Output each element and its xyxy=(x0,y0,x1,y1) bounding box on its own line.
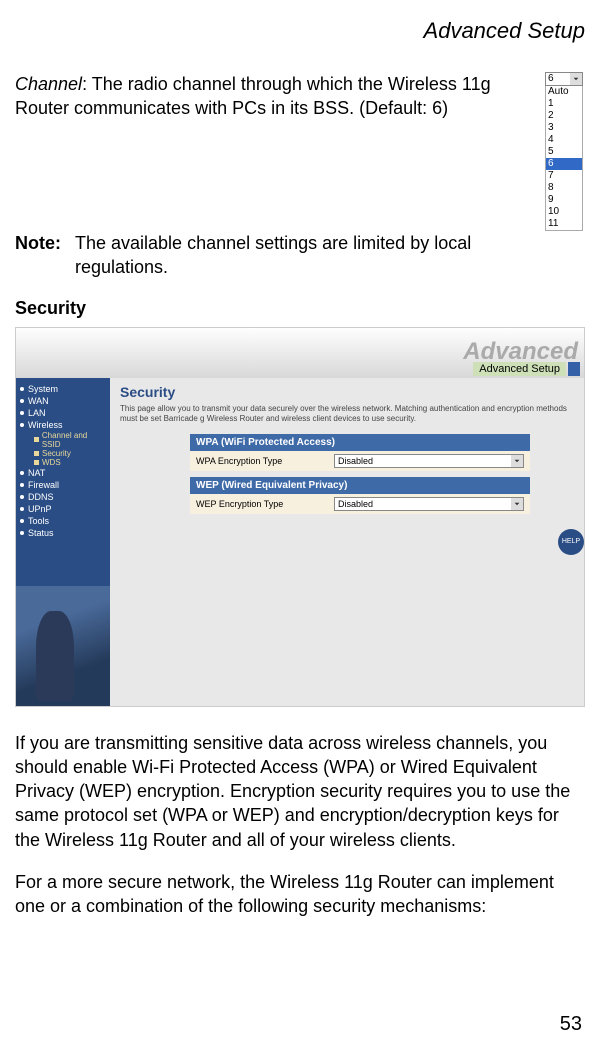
sidebar-item-wan[interactable]: WAN xyxy=(20,395,106,407)
sidebar-item-firewall[interactable]: Firewall xyxy=(20,479,106,491)
page-header-title: Advanced Setup xyxy=(15,18,585,44)
channel-term: Channel xyxy=(15,74,82,94)
ss-wpa-select[interactable]: Disabled xyxy=(334,454,524,468)
ss-wep-select[interactable]: Disabled xyxy=(334,497,524,511)
bullet-icon xyxy=(20,471,24,475)
note-block: Note: The available channel settings are… xyxy=(15,231,585,280)
sidebar-item-nat[interactable]: NAT xyxy=(20,467,106,479)
sidebar-item-status[interactable]: Status xyxy=(20,527,106,539)
bullet-icon xyxy=(20,387,24,391)
ss-wpa-select-value: Disabled xyxy=(338,456,373,466)
sidebar-item-label: DDNS xyxy=(28,492,54,502)
chevron-down-icon[interactable] xyxy=(511,455,523,467)
help-button[interactable]: HELP xyxy=(558,529,584,555)
sidebar-item-label: Wireless xyxy=(28,420,63,430)
ss-wpa-field: WPA Encryption Type Disabled xyxy=(190,451,530,471)
sidebar-item-label: UPnP xyxy=(28,504,52,514)
channel-option[interactable]: 9 xyxy=(546,194,582,206)
ss-main-panel: Security This page allow you to transmit… xyxy=(110,378,584,706)
bullet-icon xyxy=(20,519,24,523)
bullet-icon xyxy=(20,531,24,535)
sidebar-item-upnp[interactable]: UPnP xyxy=(20,503,106,515)
channel-option[interactable]: Auto xyxy=(546,86,582,98)
ss-wep-bar: WEP (Wired Equivalent Privacy) xyxy=(190,477,530,494)
body-paragraph-2: For a more secure network, the Wireless … xyxy=(15,870,585,919)
ss-tab-advanced-setup[interactable]: Advanced Setup xyxy=(473,362,566,376)
sidebar-item-system[interactable]: System xyxy=(20,383,106,395)
sidebar-item-label: Tools xyxy=(28,516,49,526)
note-text: The available channel settings are limit… xyxy=(75,231,535,280)
ss-panel-description: This page allow you to transmit your dat… xyxy=(120,404,574,425)
channel-dropdown[interactable]: 6 Auto 1 2 3 4 5 6 7 8 9 10 11 xyxy=(545,72,585,231)
note-label: Note: xyxy=(15,231,61,280)
channel-dropdown-value: 6 xyxy=(548,73,554,85)
ss-wpa-label: WPA Encryption Type xyxy=(196,456,326,466)
channel-paragraph: Channel: The radio channel through which… xyxy=(15,72,535,213)
ss-nav-strip xyxy=(568,362,580,376)
channel-option[interactable]: 5 xyxy=(546,146,582,158)
chevron-down-icon[interactable] xyxy=(511,498,523,510)
channel-option[interactable]: 7 xyxy=(546,170,582,182)
sidebar-item-label: System xyxy=(28,384,58,394)
sidebar-sub-security[interactable]: Security xyxy=(20,449,106,458)
bullet-icon xyxy=(20,507,24,511)
ss-wep-field: WEP Encryption Type Disabled xyxy=(190,494,530,514)
bullet-icon xyxy=(20,411,24,415)
person-silhouette-icon xyxy=(36,611,74,701)
ss-wep-select-value: Disabled xyxy=(338,499,373,509)
ss-wpa-bar: WPA (WiFi Protected Access) xyxy=(190,434,530,451)
channel-option[interactable]: 10 xyxy=(546,206,582,218)
bullet-icon xyxy=(20,495,24,499)
page-number: 53 xyxy=(560,1013,582,1036)
sidebar-item-wireless[interactable]: Wireless xyxy=(20,419,106,431)
sidebar-item-label: Firewall xyxy=(28,480,59,490)
channel-option[interactable]: 1 xyxy=(546,98,582,110)
bullet-icon xyxy=(20,423,24,427)
channel-option[interactable]: 11 xyxy=(546,218,582,230)
sidebar-item-lan[interactable]: LAN xyxy=(20,407,106,419)
security-heading: Security xyxy=(15,298,585,319)
square-icon xyxy=(34,437,39,442)
ss-decorative-image xyxy=(16,586,110,706)
sidebar-item-label: LAN xyxy=(28,408,46,418)
chevron-down-icon[interactable] xyxy=(570,73,582,85)
channel-option-highlighted[interactable]: 6 xyxy=(546,158,582,170)
square-icon xyxy=(34,451,39,456)
channel-dropdown-selected[interactable]: 6 xyxy=(545,72,583,86)
sidebar-sub-wds[interactable]: WDS xyxy=(20,458,106,467)
sidebar-sub-label: Channel and SSID xyxy=(42,431,106,449)
sidebar-item-label: WAN xyxy=(28,396,49,406)
channel-rest: : The radio channel through which the Wi… xyxy=(15,74,491,118)
sidebar-item-tools[interactable]: Tools xyxy=(20,515,106,527)
sidebar-item-label: NAT xyxy=(28,468,45,478)
channel-option[interactable]: 8 xyxy=(546,182,582,194)
channel-option[interactable]: 4 xyxy=(546,134,582,146)
sidebar-item-label: Status xyxy=(28,528,54,538)
ss-wep-label: WEP Encryption Type xyxy=(196,499,326,509)
body-paragraph-1: If you are transmitting sensitive data a… xyxy=(15,731,585,852)
bullet-icon xyxy=(20,483,24,487)
channel-option[interactable]: 2 xyxy=(546,110,582,122)
square-icon xyxy=(34,460,39,465)
sidebar-item-ddns[interactable]: DDNS xyxy=(20,491,106,503)
ss-panel-heading: Security xyxy=(120,384,574,400)
sidebar-sub-label: Security xyxy=(42,449,71,458)
channel-dropdown-list[interactable]: Auto 1 2 3 4 5 6 7 8 9 10 11 xyxy=(545,86,583,231)
embedded-screenshot: Advanced Advanced Setup System WAN LAN W… xyxy=(15,327,585,707)
bullet-icon xyxy=(20,399,24,403)
channel-option[interactable]: 3 xyxy=(546,122,582,134)
sidebar-sub-channel-ssid[interactable]: Channel and SSID xyxy=(20,431,106,449)
sidebar-sub-label: WDS xyxy=(42,458,61,467)
ss-topbar: Advanced Advanced Setup xyxy=(16,328,584,378)
